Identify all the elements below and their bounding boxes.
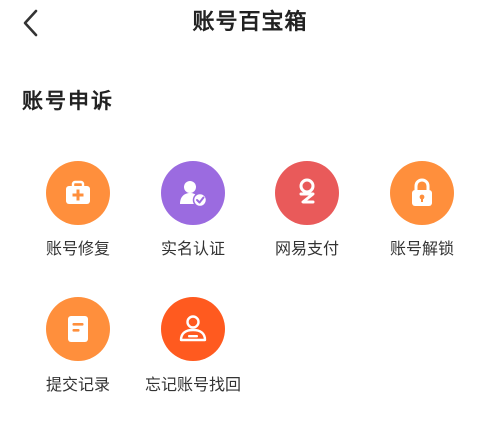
first-aid-kit-icon [66, 180, 90, 204]
verified-user-icon [180, 181, 208, 208]
submission-record-button[interactable]: 提交记录 [22, 297, 134, 409]
id-card-icon [179, 315, 207, 342]
document-icon [68, 316, 88, 342]
netease-pay-icon [299, 178, 315, 204]
forgot-account-recovery-button[interactable]: 忘记账号找回 [137, 297, 249, 409]
real-name-auth-button[interactable]: 实名认证 [137, 161, 249, 273]
real-name-auth-icon-circle [161, 161, 225, 225]
forgot-account-recovery-label: 忘记账号找回 [144, 375, 241, 394]
tools-grid: 账号修复 实名认证 网易支付 账号解锁 提交记录 忘记账号找回 [0, 0, 500, 425]
netease-pay-label: 网易支付 [274, 239, 339, 258]
account-repair-icon-circle [46, 161, 110, 225]
account-unlock-icon-circle [390, 161, 454, 225]
account-repair-button[interactable]: 账号修复 [22, 161, 134, 273]
account-repair-label: 账号修复 [45, 239, 110, 258]
netease-pay-icon-circle [275, 161, 339, 225]
lock-icon [412, 178, 432, 206]
real-name-auth-label: 实名认证 [160, 239, 225, 258]
account-unlock-label: 账号解锁 [389, 239, 454, 258]
forgot-account-recovery-icon-circle [161, 297, 225, 361]
submission-record-icon-circle [46, 297, 110, 361]
account-unlock-button[interactable]: 账号解锁 [366, 161, 478, 273]
netease-pay-button[interactable]: 网易支付 [251, 161, 363, 273]
submission-record-label: 提交记录 [45, 375, 110, 394]
